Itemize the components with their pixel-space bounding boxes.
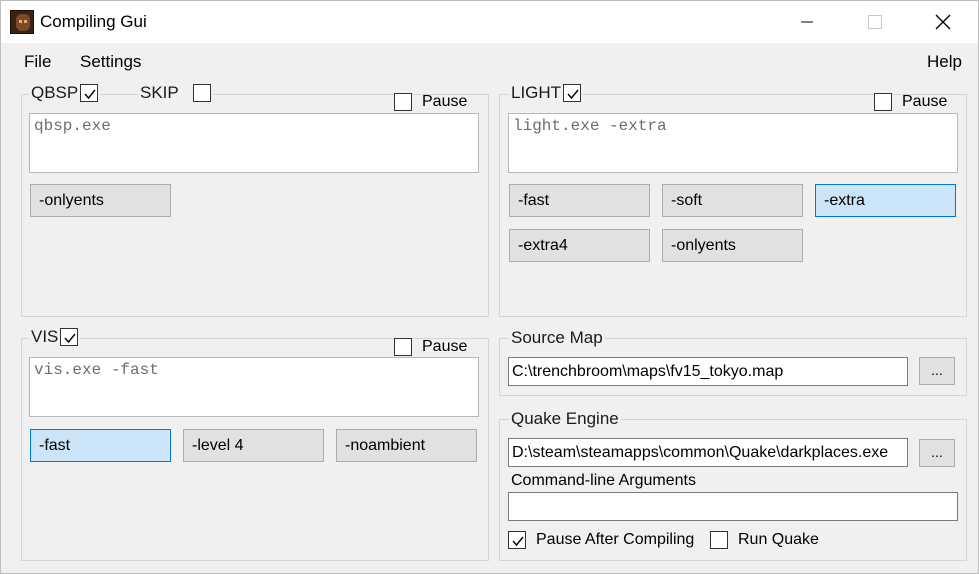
app-icon: [10, 10, 34, 34]
pause-after-compiling-label: Pause After Compiling: [536, 531, 695, 548]
light-extra-button[interactable]: -extra: [815, 184, 956, 217]
light-label: LIGHT: [511, 83, 562, 102]
qbsp-checkbox[interactable]: [80, 84, 99, 102]
command-line-args-field[interactable]: [508, 492, 958, 521]
source-map-field[interactable]: C:\trenchbroom\maps\fv15_tokyo.map: [508, 357, 908, 386]
checkmark-icon: [64, 333, 76, 344]
skip-label: SKIP: [140, 83, 179, 102]
light-pause[interactable]: Pause: [874, 93, 947, 111]
close-icon: [935, 14, 951, 30]
menu-settings[interactable]: Settings: [80, 52, 141, 72]
light-checkbox[interactable]: [563, 84, 582, 102]
menu-file[interactable]: File: [24, 52, 51, 72]
vis-fast-button[interactable]: -fast: [30, 429, 171, 462]
run-quake-label: Run Quake: [738, 531, 819, 548]
close-button[interactable]: [909, 1, 977, 43]
light-soft-button[interactable]: -soft: [662, 184, 803, 217]
run-quake[interactable]: Run Quake: [710, 531, 819, 549]
maximize-button[interactable]: [841, 1, 909, 43]
quake-engine-browse-button[interactable]: ...: [919, 439, 955, 467]
menu-help[interactable]: Help: [927, 52, 962, 72]
pause-after-compiling[interactable]: Pause After Compiling: [508, 531, 694, 549]
skip-checkbox[interactable]: [192, 84, 211, 102]
minimize-icon: [801, 21, 813, 23]
light-pause-checkbox[interactable]: [874, 93, 892, 111]
vis-noambient-button[interactable]: -noambient: [336, 429, 477, 462]
qbsp-pause-label: Pause: [422, 93, 468, 110]
command-line-args-label: Command-line Arguments: [511, 472, 696, 489]
source-map-label: Source Map: [511, 328, 603, 347]
menu-bar: File Settings Help: [1, 43, 978, 79]
minimize-button[interactable]: [773, 1, 841, 43]
pause-after-compiling-checkbox[interactable]: [508, 531, 526, 549]
qbsp-pause-checkbox[interactable]: [394, 93, 412, 111]
vis-command-field[interactable]: vis.exe -fast: [29, 357, 479, 417]
light-command-field[interactable]: light.exe -extra: [508, 113, 958, 173]
quake-engine-field[interactable]: D:\steam\steamapps\common\Quake\darkplac…: [508, 438, 908, 467]
vis-label: VIS: [31, 327, 59, 346]
title-bar: Compiling Gui: [1, 1, 978, 43]
light-onlyents-button[interactable]: -onlyents: [662, 229, 803, 262]
qbsp-command-field[interactable]: qbsp.exe: [29, 113, 479, 173]
vis-pause-checkbox[interactable]: [394, 338, 412, 356]
checkmark-icon: [567, 89, 579, 100]
compiling-gui-window: Compiling Gui File Settings Help QBSP SK…: [0, 0, 979, 574]
light-pause-label: Pause: [902, 93, 948, 110]
vis-checkbox[interactable]: [60, 328, 79, 346]
vis-pause-label: Pause: [422, 338, 468, 355]
light-extra4-button[interactable]: -extra4: [509, 229, 650, 262]
vis-pause[interactable]: Pause: [394, 338, 467, 356]
window-title: Compiling Gui: [40, 12, 147, 31]
source-map-browse-button[interactable]: ...: [919, 357, 955, 385]
checkmark-icon: [84, 89, 96, 100]
qbsp-label: QBSP: [31, 83, 79, 102]
light-fast-button[interactable]: -fast: [509, 184, 650, 217]
maximize-icon: [868, 15, 882, 29]
checkmark-icon: [512, 536, 524, 547]
quake-engine-label: Quake Engine: [511, 409, 619, 428]
vis-level4-button[interactable]: -level 4: [183, 429, 324, 462]
qbsp-pause[interactable]: Pause: [394, 93, 467, 111]
run-quake-checkbox[interactable]: [710, 531, 728, 549]
qbsp-onlyents-button[interactable]: -onlyents: [30, 184, 171, 217]
